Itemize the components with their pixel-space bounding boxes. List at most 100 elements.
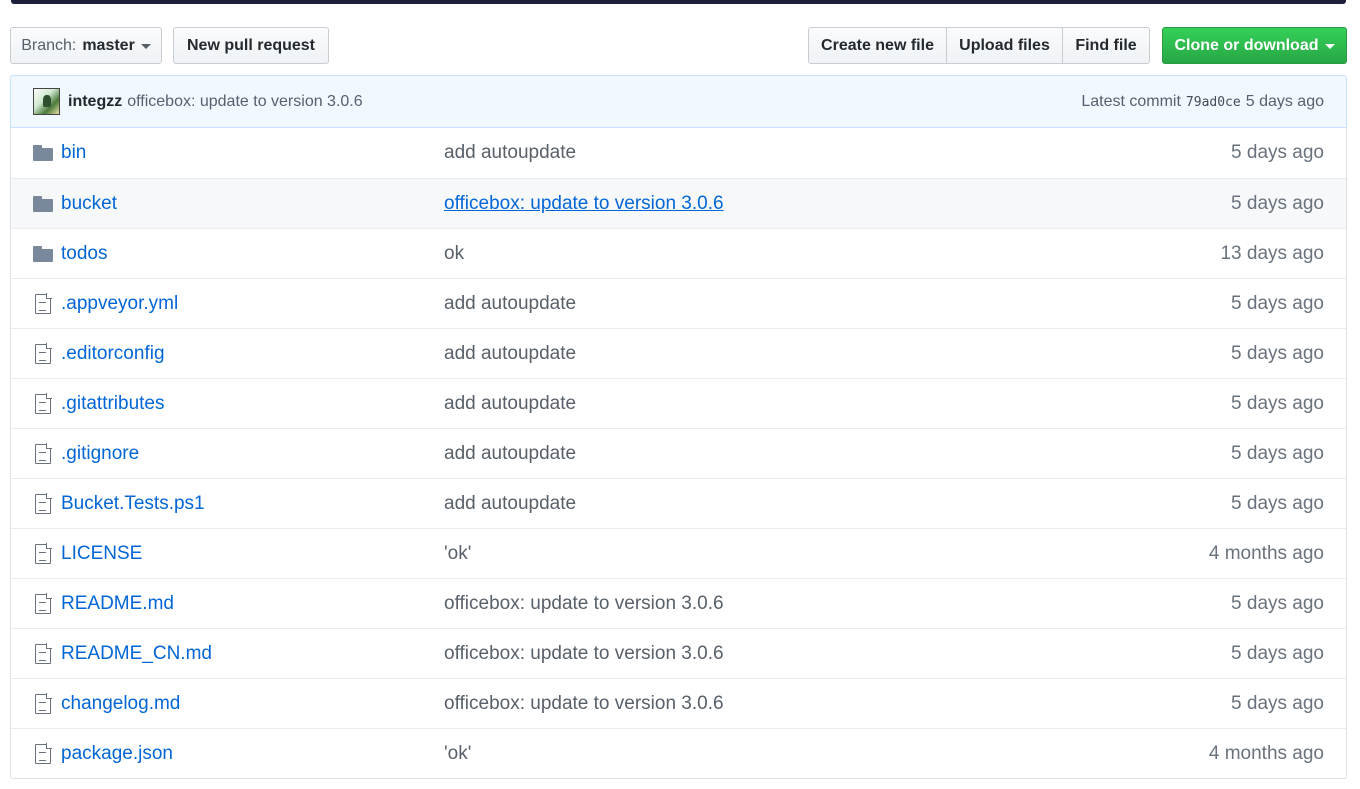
- commit-author[interactable]: integzz: [68, 93, 122, 111]
- file-name-link[interactable]: .gitignore: [61, 443, 139, 465]
- commit-message[interactable]: officebox: update to version 3.0.6: [127, 93, 362, 111]
- commit-message-link[interactable]: add autoupdate: [444, 142, 576, 164]
- commit-age: 5 days ago: [1231, 192, 1324, 214]
- new-pull-request-button[interactable]: New pull request: [173, 27, 329, 64]
- top-border: [11, 0, 1346, 4]
- file-name-link[interactable]: .appveyor.yml: [61, 293, 178, 315]
- file-name-link[interactable]: README_CN.md: [61, 643, 212, 665]
- commit-age: 5 days ago: [1245, 92, 1324, 110]
- file-icon-cell: [11, 492, 61, 514]
- file-name-link[interactable]: LICENSE: [61, 543, 142, 565]
- file-name-link[interactable]: bucket: [61, 193, 117, 215]
- file-row[interactable]: .appveyor.yml add autoupdate 5 days ago: [11, 278, 1346, 328]
- commit-age: 4 months ago: [1208, 542, 1324, 564]
- file-row[interactable]: bucket officebox: update to version 3.0.6…: [11, 178, 1346, 228]
- file-name-link[interactable]: Bucket.Tests.ps1: [61, 493, 205, 515]
- commit-message-link[interactable]: officebox: update to version 3.0.6: [444, 593, 724, 615]
- commit-message-link[interactable]: 'ok': [444, 543, 471, 565]
- file-icon-cell: [11, 145, 61, 161]
- commit-message-link[interactable]: 'ok': [444, 743, 471, 765]
- folder-icon: [33, 245, 53, 262]
- file-icon-cell: [11, 392, 61, 414]
- commit-message-link[interactable]: add autoupdate: [444, 293, 576, 315]
- commit-message-link[interactable]: add autoupdate: [444, 443, 576, 465]
- commit-age: 5 days ago: [1231, 142, 1324, 163]
- file-row[interactable]: Bucket.Tests.ps1 add autoupdate 5 days ago: [11, 478, 1346, 528]
- commit-age: 5 days ago: [1231, 642, 1324, 664]
- branch-selector-button[interactable]: Branch: master: [10, 27, 162, 64]
- file-icon-cell: [11, 245, 61, 262]
- file-icon-cell: [11, 692, 61, 714]
- file-name-link[interactable]: bin: [61, 142, 86, 164]
- caret-down-icon: [140, 44, 151, 49]
- commit-message-link[interactable]: officebox: update to version 3.0.6: [444, 193, 724, 215]
- folder-icon: [33, 145, 53, 161]
- upload-files-button[interactable]: Upload files: [946, 27, 1063, 64]
- file-icon-cell: [11, 642, 61, 664]
- commit-message-link[interactable]: add autoupdate: [444, 493, 576, 515]
- file-icon: [35, 742, 52, 764]
- file-row[interactable]: README_CN.md officebox: update to version…: [11, 628, 1346, 678]
- file-name-link[interactable]: .editorconfig: [61, 343, 165, 365]
- commit-info: Latest commit 79ad0ce 5 days ago: [1081, 93, 1324, 111]
- commit-age: 5 days ago: [1231, 342, 1324, 364]
- file-row[interactable]: .gitignore add autoupdate 5 days ago: [11, 428, 1346, 478]
- clone-or-download-button[interactable]: Clone or download: [1162, 27, 1347, 64]
- file-name-link[interactable]: README.md: [61, 593, 174, 615]
- commit-message-link[interactable]: officebox: update to version 3.0.6: [444, 643, 724, 665]
- commit-age: 5 days ago: [1231, 692, 1324, 714]
- file-icon-cell: [11, 342, 61, 364]
- file-row[interactable]: changelog.md officebox: update to version…: [11, 678, 1346, 728]
- file-row[interactable]: .editorconfig add autoupdate 5 days ago: [11, 328, 1346, 378]
- file-icon: [35, 642, 52, 664]
- file-icon: [35, 392, 52, 414]
- file-icon: [35, 492, 52, 514]
- file-icon: [35, 292, 52, 314]
- file-icon: [35, 342, 52, 364]
- clone-label: Clone or download: [1174, 36, 1319, 54]
- commit-age: 5 days ago: [1231, 442, 1324, 464]
- branch-prefix: Branch:: [21, 36, 77, 54]
- file-row[interactable]: README.md officebox: update to version 3.…: [11, 578, 1346, 628]
- latest-commit-bar: integzz officebox: update to version 3.0…: [10, 75, 1347, 128]
- file-icon-cell: [11, 592, 61, 614]
- branch-name: master: [82, 36, 135, 54]
- file-icon: [35, 692, 52, 714]
- commit-age: 5 days ago: [1231, 392, 1324, 414]
- folder-icon: [33, 195, 53, 212]
- commit-age: 5 days ago: [1231, 592, 1324, 614]
- commit-message-link[interactable]: add autoupdate: [444, 393, 576, 415]
- file-icon: [35, 542, 52, 564]
- file-actions-group: Create new file Upload files Find file: [808, 27, 1150, 64]
- file-icon: [35, 592, 52, 614]
- find-file-button[interactable]: Find file: [1062, 27, 1150, 64]
- caret-down-icon: [1324, 44, 1335, 49]
- commit-message-link[interactable]: ok: [444, 243, 464, 265]
- commit-sha[interactable]: 79ad0ce: [1186, 95, 1241, 110]
- file-icon-cell: [11, 442, 61, 464]
- commit-message-link[interactable]: add autoupdate: [444, 343, 576, 365]
- commit-age: 5 days ago: [1231, 292, 1324, 314]
- file-name-link[interactable]: .gitattributes: [61, 393, 165, 415]
- avatar[interactable]: [33, 88, 60, 115]
- latest-commit-label: Latest commit: [1081, 92, 1181, 110]
- commit-age: 4 months ago: [1208, 742, 1324, 764]
- file-list: bin add autoupdate 5 days ago bucket officeb…: [10, 128, 1347, 779]
- file-row[interactable]: LICENSE 'ok' 4 months ago: [11, 528, 1346, 578]
- file-row[interactable]: package.json 'ok' 4 months ago: [11, 728, 1346, 778]
- file-icon-cell: [11, 742, 61, 764]
- file-icon-cell: [11, 195, 61, 212]
- commit-age: 5 days ago: [1231, 492, 1324, 514]
- file-icon-cell: [11, 542, 61, 564]
- commit-age: 13 days ago: [1220, 242, 1324, 264]
- file-name-link[interactable]: package.json: [61, 743, 173, 765]
- create-new-file-button[interactable]: Create new file: [808, 27, 947, 64]
- file-name-link[interactable]: todos: [61, 243, 107, 265]
- file-name-link[interactable]: changelog.md: [61, 693, 180, 715]
- file-row[interactable]: .gitattributes add autoupdate 5 days ago: [11, 378, 1346, 428]
- file-row[interactable]: bin add autoupdate 5 days ago: [11, 128, 1346, 178]
- file-icon-cell: [11, 292, 61, 314]
- commit-message-link[interactable]: officebox: update to version 3.0.6: [444, 693, 724, 715]
- file-icon: [35, 442, 52, 464]
- file-row[interactable]: todos ok 13 days ago: [11, 228, 1346, 278]
